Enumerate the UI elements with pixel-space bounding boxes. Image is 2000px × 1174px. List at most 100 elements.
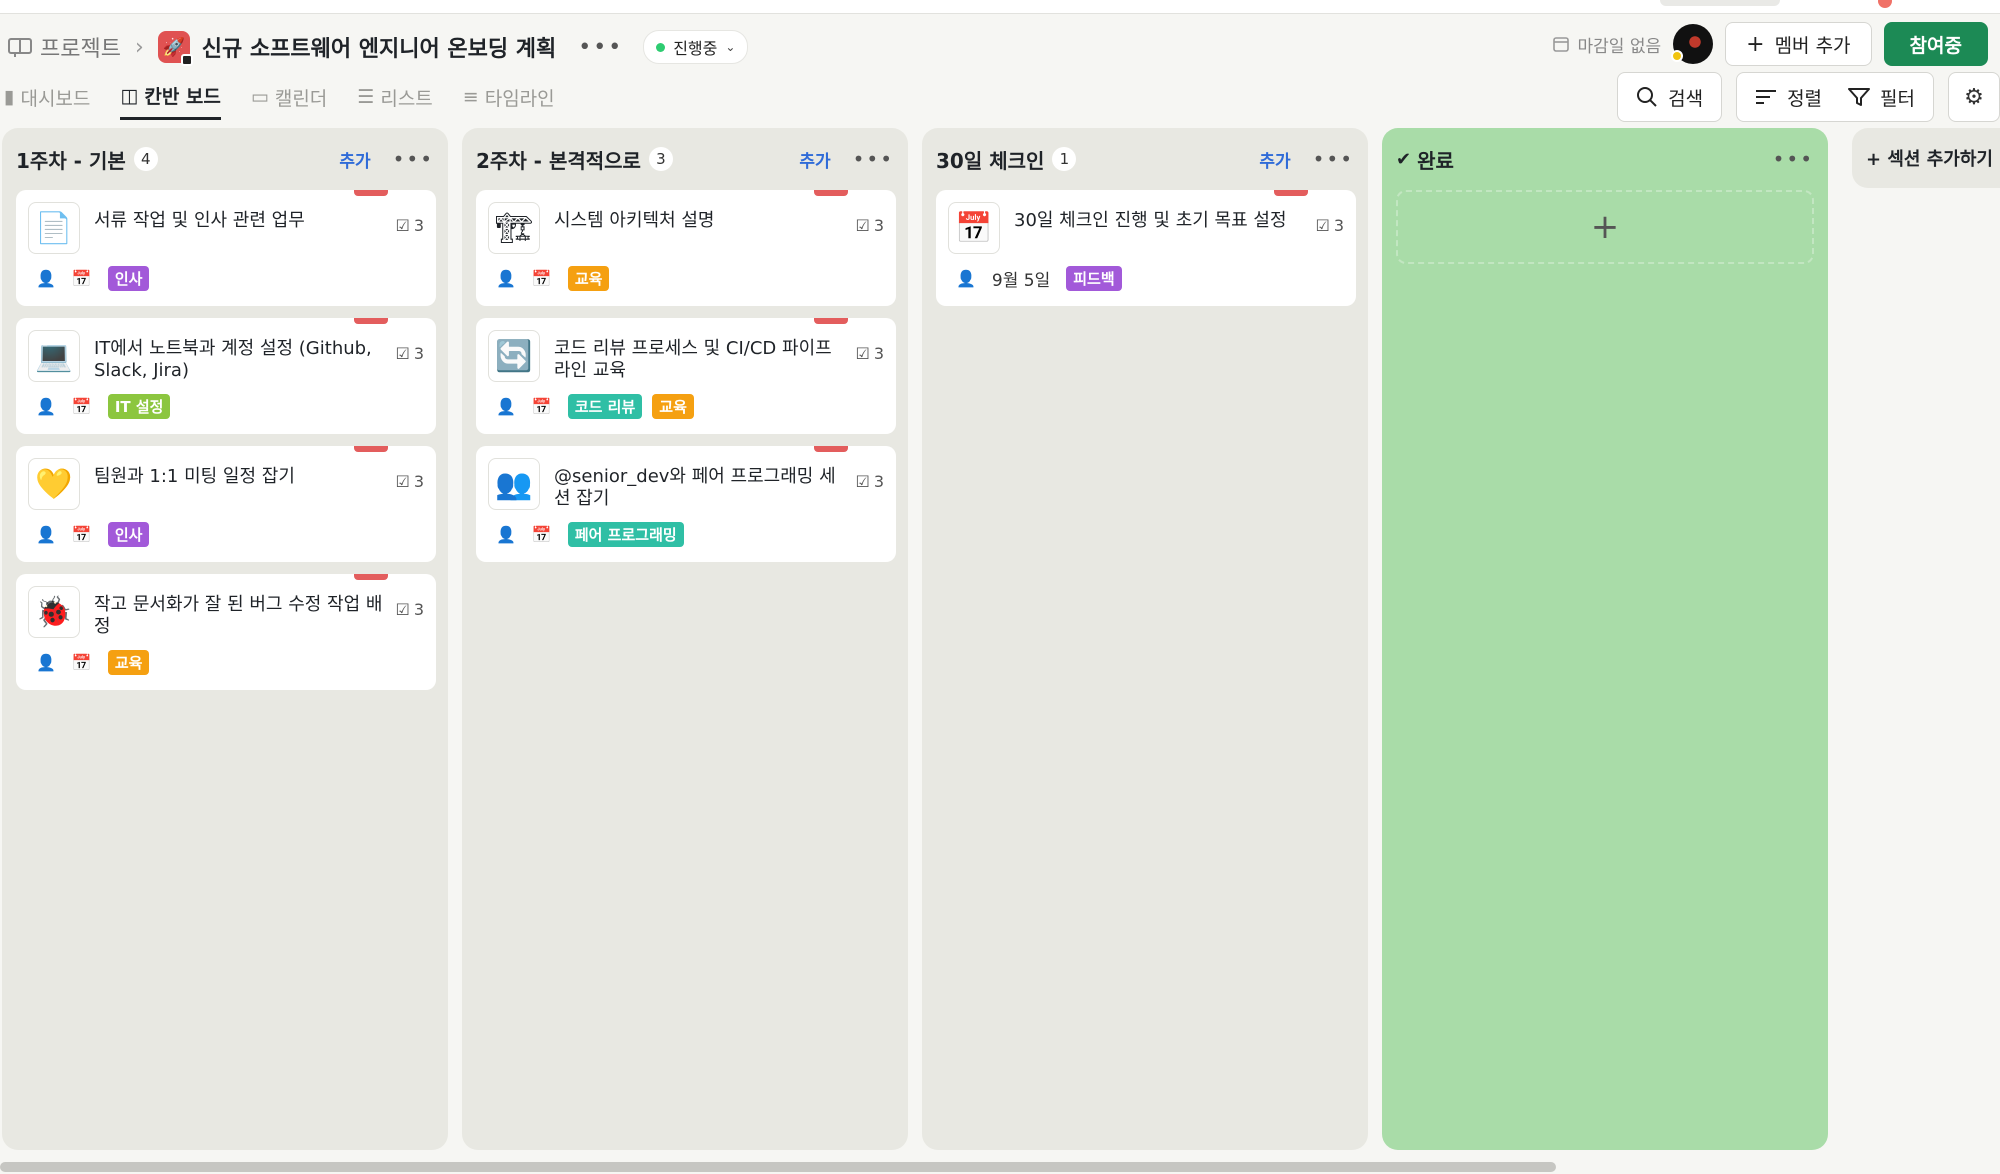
card-meta: 👤 📅 IT 설정 — [36, 394, 171, 419]
more-options-icon[interactable]: ••• — [393, 147, 434, 171]
more-options-icon[interactable]: ••• — [1773, 147, 1814, 171]
checklist-icon: ☑ — [395, 472, 410, 491]
card-meta: 👤 📅 페어 프로그래밍 — [496, 522, 684, 547]
assignee-icon[interactable]: 👤 — [496, 397, 516, 416]
status-dot-icon — [656, 42, 666, 52]
add-card-link[interactable]: 추가 — [799, 147, 830, 172]
add-card-link[interactable]: 추가 — [1259, 147, 1290, 172]
horizontal-scrollbar[interactable] — [0, 1162, 1556, 1172]
tab-kanban[interactable]: ◫ 칸반 보드 — [120, 82, 221, 120]
page-title[interactable]: 신규 소프트웨어 엔지니어 온보딩 계획 — [202, 31, 556, 63]
settings-button[interactable]: ⚙ — [1948, 72, 2000, 122]
tab-kanban-label: 칸반 보드 — [144, 86, 221, 108]
card-title: 시스템 아키텍처 설명 — [554, 210, 715, 231]
assignee-icon[interactable]: 👤 — [496, 525, 516, 544]
tag-badge: IT 설정 — [107, 394, 171, 419]
card-title: 서류 작업 및 인사 관련 업무 — [94, 210, 305, 231]
gear-icon: ⚙ — [1964, 84, 1984, 110]
priority-flag — [354, 446, 388, 452]
priority-flag — [354, 574, 388, 580]
breadcrumb-root-link[interactable]: 프로젝트 — [40, 31, 121, 63]
tab-list-label: 리스트 — [380, 87, 433, 110]
column-header: ✔ 완료 ••• — [1396, 144, 1814, 174]
task-card[interactable]: 📄 서류 작업 및 인사 관련 업무 ☑ 3 👤 📅 인사 — [16, 190, 436, 306]
subtask-count-value: 3 — [1333, 216, 1344, 235]
card-title: 코드 리뷰 프로세스 및 CI/CD 파이프라인 교육 — [554, 338, 832, 381]
calendar-icon[interactable]: 📅 — [72, 525, 92, 544]
join-button[interactable]: 참여중 — [1883, 22, 1988, 66]
search-button[interactable]: 검색 — [1617, 72, 1723, 122]
filter-button[interactable]: 필터 — [1848, 84, 1915, 111]
tab-dashboard[interactable]: ▮ 대시보드 — [4, 84, 90, 119]
avatar[interactable] — [1671, 24, 1714, 64]
status-label: 진행중 — [673, 39, 718, 58]
calendar-icon[interactable]: 📅 — [532, 397, 552, 416]
checklist-icon: ☑ — [395, 216, 410, 235]
card-title: @senior_dev와 페어 프로그래밍 세션 잡기 — [554, 466, 836, 509]
more-options-icon[interactable]: ••• — [578, 35, 623, 60]
column-30day-checkin: 30일 체크인 1 추가 ••• 📅 30일 체크인 진행 및 초기 목표 설정… — [922, 128, 1368, 1150]
tab-timeline[interactable]: ≡ 타임라인 — [463, 84, 555, 119]
assignee-icon[interactable]: 👤 — [956, 269, 976, 288]
assignee-icon[interactable]: 👤 — [496, 269, 516, 288]
tab-calendar-label: 캘린더 — [274, 87, 328, 110]
header-actions: 마감일 없음 + 멤버 추가 참여중 — [1552, 22, 1988, 66]
tab-calendar[interactable]: ▭ 캘린더 — [251, 84, 327, 119]
add-card-link[interactable]: 추가 — [339, 147, 370, 172]
status-dropdown[interactable]: 진행중 ⌄ — [643, 30, 749, 64]
priority-flag — [354, 318, 388, 324]
subtask-count: ☑ 3 — [1315, 216, 1344, 235]
priority-flag — [1274, 190, 1308, 196]
tab-dashboard-label: 대시보드 — [20, 87, 91, 110]
card-meta: 👤 📅 교육 — [496, 266, 610, 291]
card-meta: 👤 📅 인사 — [36, 522, 150, 547]
task-card[interactable]: 👥 @senior_dev와 페어 프로그래밍 세션 잡기 ☑ 3 👤 📅 페어 … — [476, 446, 896, 562]
subtask-count-value: 3 — [413, 472, 424, 491]
calendar-icon[interactable]: 📅 — [72, 397, 92, 416]
priority-flag — [814, 318, 848, 324]
calendar-icon[interactable]: 📅 — [532, 525, 552, 544]
add-card-dropzone[interactable]: + — [1396, 190, 1814, 264]
breadcrumb: 프로젝트 › 🚀 신규 소프트웨어 엔지니어 온보딩 계획 ••• 진행중 ⌄ — [8, 30, 749, 66]
task-card[interactable]: 💻 IT에서 노트북과 계정 설정 (Github, Slack, Jira) … — [16, 318, 436, 434]
calendar-icon[interactable]: 📅 — [532, 269, 552, 288]
people-icon: 👥 — [488, 458, 540, 510]
assignee-icon[interactable]: 👤 — [36, 397, 56, 416]
search-label: 검색 — [1668, 87, 1704, 110]
task-card[interactable]: 🔄 코드 리뷰 프로세스 및 CI/CD 파이프라인 교육 ☑ 3 👤 📅 코드 … — [476, 318, 896, 434]
card-meta: 👤 9월 5일 피드백 — [956, 266, 1122, 291]
calendar-emoji-icon: 📅 — [948, 202, 1000, 254]
priority-flag — [814, 446, 848, 452]
due-date-button[interactable]: 마감일 없음 — [1552, 32, 1661, 57]
list-icon: ☰ — [357, 86, 375, 108]
due-date[interactable]: 9월 5일 — [992, 266, 1050, 291]
task-card[interactable]: 📅 30일 체크인 진행 및 초기 목표 설정 ☑ 3 👤 9월 5일 피드백 — [936, 190, 1356, 306]
sort-filter-group: 정렬 필터 — [1736, 72, 1934, 122]
calendar-icon[interactable]: 📅 — [72, 269, 92, 288]
calendar-icon: ▭ — [250, 86, 269, 108]
checklist-icon: ☑ — [1315, 216, 1330, 235]
tab-list[interactable]: ☰ 리스트 — [357, 84, 433, 119]
checklist-icon: ☑ — [855, 344, 870, 363]
more-options-icon[interactable]: ••• — [1313, 147, 1354, 171]
tag-badge: 코드 리뷰 — [567, 394, 643, 419]
assignee-icon[interactable]: 👤 — [36, 269, 56, 288]
more-options-icon[interactable]: ••• — [853, 147, 894, 171]
sort-button[interactable]: 정렬 — [1755, 84, 1822, 111]
bar-chart-icon: ▮ — [4, 86, 15, 108]
add-member-label: 멤버 추가 — [1774, 34, 1851, 57]
task-card[interactable]: 🏗 시스템 아키텍처 설명 ☑ 3 👤 📅 교육 — [476, 190, 896, 306]
calendar-icon[interactable]: 📅 — [72, 653, 92, 672]
assignee-icon[interactable]: 👤 — [36, 653, 56, 672]
add-section-button[interactable]: + 섹션 추가하기 — [1852, 128, 2000, 188]
top-tab-pill[interactable] — [1660, 0, 1780, 6]
task-card[interactable]: 🐞 작고 문서화가 잘 된 버그 수정 작업 배정 ☑ 3 👤 📅 교육 — [16, 574, 436, 690]
assignee-icon[interactable]: 👤 — [36, 525, 56, 544]
bug-icon: 🐞 — [28, 586, 80, 638]
subtask-count-value: 3 — [873, 216, 884, 235]
task-card[interactable]: 💛 팀원과 1:1 미팅 일정 잡기 ☑ 3 👤 📅 인사 — [16, 446, 436, 562]
add-member-button[interactable]: + 멤버 추가 — [1725, 22, 1872, 66]
checklist-icon: ☑ — [855, 472, 870, 491]
project-header: 프로젝트 › 🚀 신규 소프트웨어 엔지니어 온보딩 계획 ••• 진행중 ⌄ … — [0, 20, 2000, 68]
calendar-icon — [1552, 37, 1569, 52]
